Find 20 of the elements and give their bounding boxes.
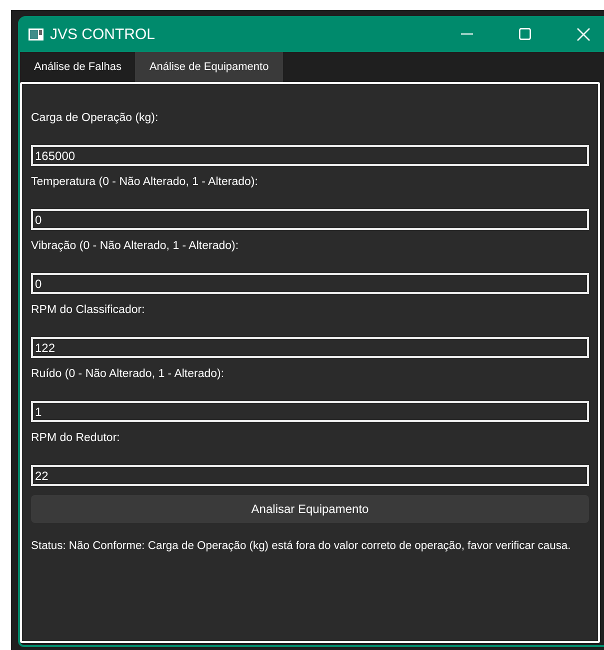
analyze-button[interactable]: Analisar Equipamento (31, 495, 589, 523)
status-text: Status: Não Conforme: Carga de Operação (kg) está fora do valor correto de operação, favor verificar causa. (31, 540, 571, 552)
field-label: Temperatura (0 - Não Alterado, 1 - Alterado): (31, 175, 258, 190)
minimize-icon (461, 33, 473, 35)
app-icon (28, 28, 44, 40)
window-title: JVS CONTROL (50, 26, 156, 42)
input-field[interactable]: 0 (31, 209, 589, 230)
input-field[interactable]: 1 (31, 401, 589, 422)
input-field[interactable]: 122 (31, 337, 589, 358)
field-label: RPM do Redutor: (31, 431, 120, 446)
field-label: Carga de Operação (kg): (31, 111, 158, 126)
close-icon (576, 28, 590, 40)
field-label: Ruído (0 - Não Alterado, 1 - Alterado): (31, 367, 224, 382)
input-field[interactable]: 0 (31, 273, 589, 294)
input-field[interactable]: 22 (31, 465, 589, 486)
tab[interactable]: Análise de Equipamento (135, 52, 283, 82)
field-label: Vibração (0 - Não Alterado, 1 - Alterado): (31, 239, 239, 254)
field-label: RPM do Classificador: (31, 303, 145, 318)
maximize-icon (519, 28, 531, 40)
input-field[interactable]: 165000 (31, 145, 589, 166)
